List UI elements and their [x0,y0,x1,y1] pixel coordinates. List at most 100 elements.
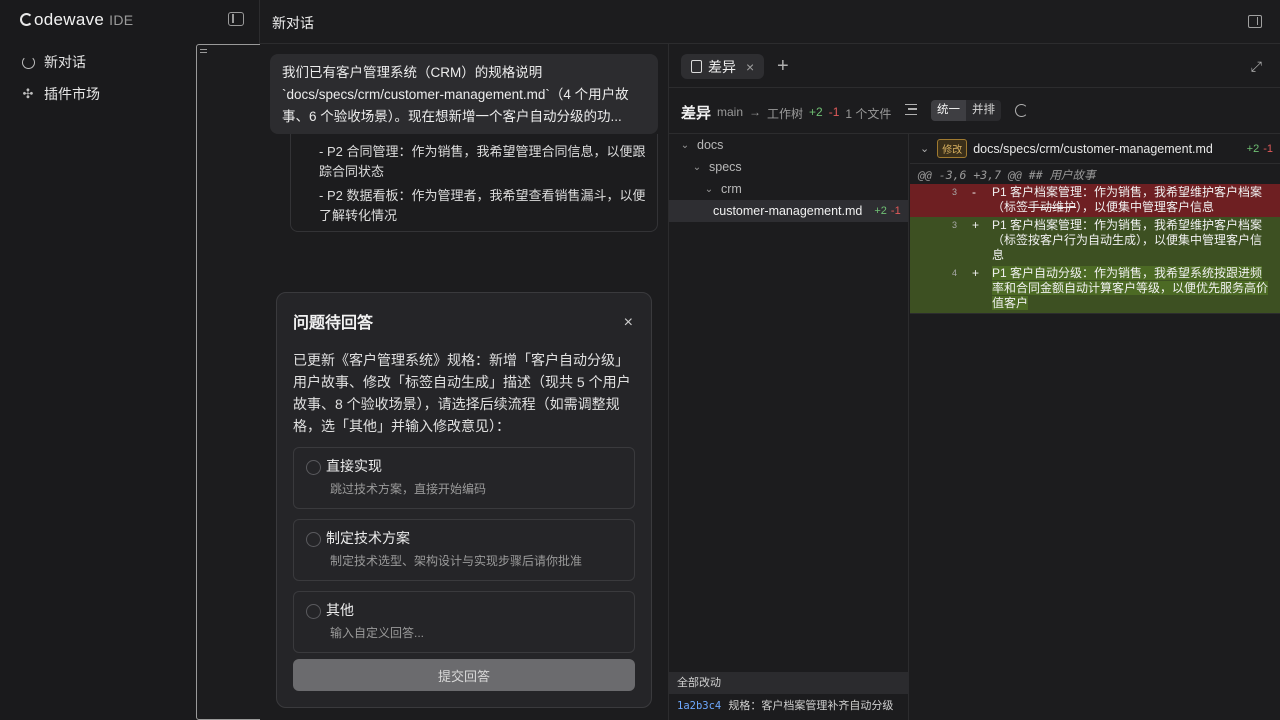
tree-file-customer-management[interactable]: customer-management.md +2 -1 [669,200,908,222]
hunk-header: @@ -3,6 +3,7 @@ ## 用户故事 [918,168,1096,182]
worktree-label: 工作树 [767,107,804,121]
diff-sign: + [972,218,980,232]
radio-button[interactable] [306,532,321,547]
brand-ide: IDE [109,12,134,28]
tree-folder-crm[interactable]: ⌄ crm [669,178,908,200]
removed-count: -1 [828,105,840,119]
question-dialog: 问题待回答 × 已更新《客户管理系统》规格：新增「客户自动分级」用户故事、修改「… [276,292,652,708]
view-mode-toggle: 统一 并排 [931,100,1001,121]
added-text: P1 客户自动分级：作为销售，我希望系统按跟进频率和合同金额自动计算客户等级，以… [992,266,1269,310]
option-subtitle: 跳过技术方案，直接开始编码 [330,482,487,496]
tree-folder-specs[interactable]: ⌄ specs [669,156,908,178]
brand-name: odewave [34,10,105,29]
reply-line: - P2 数据看板：作为管理者，我希望查看销售漏斗，以便了解转化情况 [319,188,646,223]
document-icon [691,60,702,73]
diff-header: 差异 main → 工作树 +2 -1 1 个文件 统一 并排 [669,88,1280,134]
diff-line-added: 3 + P1 客户档案管理：作为销售，我希望维护客户档案（标签按客户行为自动生成… [910,217,1280,265]
diff-line-removed: 3 - P1 客户档案管理：作为销售，我希望维护客户档案（标签手动维护），以便集… [910,184,1280,217]
file-diff-header[interactable]: ⌄ 修改 docs/specs/crm/customer-management.… [910,134,1280,164]
removed-count: -1 [890,205,901,217]
tab-diff[interactable]: 差异 × [681,54,765,79]
branch-name: main [717,105,744,119]
option-direct-implement[interactable]: 直接实现 跳过技术方案，直接开始编码 [293,447,635,509]
diff-meta: main → 工作树 +2 -1 1 个文件 [717,105,891,122]
top-header: 新对话 [260,0,1280,44]
tree-label: specs [709,160,742,174]
tree-folder-docs[interactable]: ⌄ docs [669,134,908,156]
file-path: docs/specs/crm/customer-management.md [973,141,1213,156]
tree-label: docs [697,138,724,152]
chevron-down-icon: ⌄ [692,161,702,173]
add-tab-button[interactable]: + [777,54,789,78]
option-subtitle: 制定技术选型、架构设计与实现步骤后请你批准 [330,554,583,568]
all-changes-header[interactable]: 全部改动 [669,672,909,694]
file-stats: +2 -1 [874,205,900,217]
chevron-down-icon[interactable]: ⌄ [920,142,929,155]
view-split-button[interactable]: 并排 [966,100,1001,121]
added-text: 按客户行为自动生成 [1028,233,1137,247]
line-text: ），以便集中管理客户信息 [1076,200,1215,214]
diff-heading: 差异 [681,105,712,122]
option-title: 其他 [326,602,354,618]
sidebar-item-label: 插件市场 [44,86,100,102]
radio-button[interactable] [306,604,321,619]
file-diff-view: ⌄ 修改 docs/specs/crm/customer-management.… [910,134,1280,720]
dialog-title: 问题待回答 [293,315,374,332]
collapse-sidebar-icon[interactable] [228,12,244,26]
assistant-reply: - P2 合同管理：作为销售，我希望管理合同信息，以便跟踪合同状态 - P2 数… [290,134,658,232]
option-title: 制定技术方案 [326,530,410,546]
option-title: 直接实现 [326,458,382,474]
modified-badge: 修改 [937,139,968,158]
radio-button[interactable] [306,460,321,475]
commit-item[interactable]: 1a2b3c4 规格：客户档案管理补齐自动分级 [677,697,893,713]
reply-line: - P2 合同管理：作为销售，我希望管理合同信息，以便跟踪合同状态 [319,144,646,179]
file-list-icon[interactable] [905,104,917,115]
line-number: 4 [952,268,958,278]
page-title: 新对话 [272,15,314,31]
chevron-down-icon: ⌄ [704,183,714,195]
toggle-panel-icon[interactable] [1248,15,1262,28]
refresh-icon[interactable] [1015,104,1028,117]
option-other[interactable]: 其他 输入自定义回答... [293,591,635,653]
user-message-line: `docs/specs/crm/customer-management.md`（… [282,87,629,102]
user-message-line: 我们已有客户管理系统（CRM）的规格说明 [282,65,543,80]
sidebar: odewave IDE 新对话 ✣ 插件市场 [0,0,604,720]
chevron-down-icon: ⌄ [680,139,690,151]
option-subtitle: 输入自定义回答... [330,626,425,640]
added-count: +2 [1246,142,1260,155]
diff-tabbar: 差异 × + ⤢ [669,44,1280,88]
diff-panel: 差异 × + ⤢ 差异 main → 工作树 +2 -1 1 个文件 统一 并排 [668,44,1280,720]
diff-sign: + [972,266,980,280]
puzzle-icon: ✣ [22,86,34,101]
line-number: 3 [952,187,958,197]
tree-label: crm [721,182,742,196]
close-icon[interactable]: × [624,315,633,331]
refresh-icon [20,54,36,70]
sidebar-item-plugin-market[interactable]: ✣ 插件市场 [20,82,100,106]
commit-message: 规格：客户档案管理补齐自动分级 [728,700,894,712]
tab-label: 差异 [708,58,736,75]
chat-area: 我们已有客户管理系统（CRM）的规格说明 `docs/specs/crm/cus… [260,44,668,720]
user-message: 我们已有客户管理系统（CRM）的规格说明 `docs/specs/crm/cus… [270,54,658,134]
expand-icon[interactable]: ⤢ [1251,58,1262,75]
divider [910,313,1280,314]
diff-sign: - [972,185,976,199]
line-number: 3 [952,220,958,230]
sidebar-item-label: 新对话 [44,54,86,70]
option-tech-plan[interactable]: 制定技术方案 制定技术选型、架构设计与实现步骤后请你批准 [293,519,635,581]
tree-label: customer-management.md [713,204,863,218]
sidebar-item-new-chat[interactable]: 新对话 [20,50,86,74]
view-unified-button[interactable]: 统一 [931,100,966,121]
file-count: 1 个文件 [845,107,892,121]
removed-text: 手动维护 [1028,200,1077,214]
arrow: → [749,105,762,119]
file-tree: ⌄ docs ⌄ specs ⌄ crm customer-management… [669,134,909,720]
submit-answer-button[interactable]: 提交回答 [293,659,635,691]
close-tab-icon[interactable]: × [746,59,754,75]
added-count: +2 [874,205,887,217]
dialog-description: 已更新《客户管理系统》规格：新增「客户自动分级」用户故事、修改「标签自动生成」描… [293,352,631,434]
diff-line-added: 4 + P1 客户自动分级：作为销售，我希望系统按跟进频率和合同金额自动计算客户… [910,265,1280,313]
commit-hash: 1a2b3c4 [677,700,722,712]
file-stats: +2 -1 [1247,143,1273,155]
added-count: +2 [809,105,823,119]
